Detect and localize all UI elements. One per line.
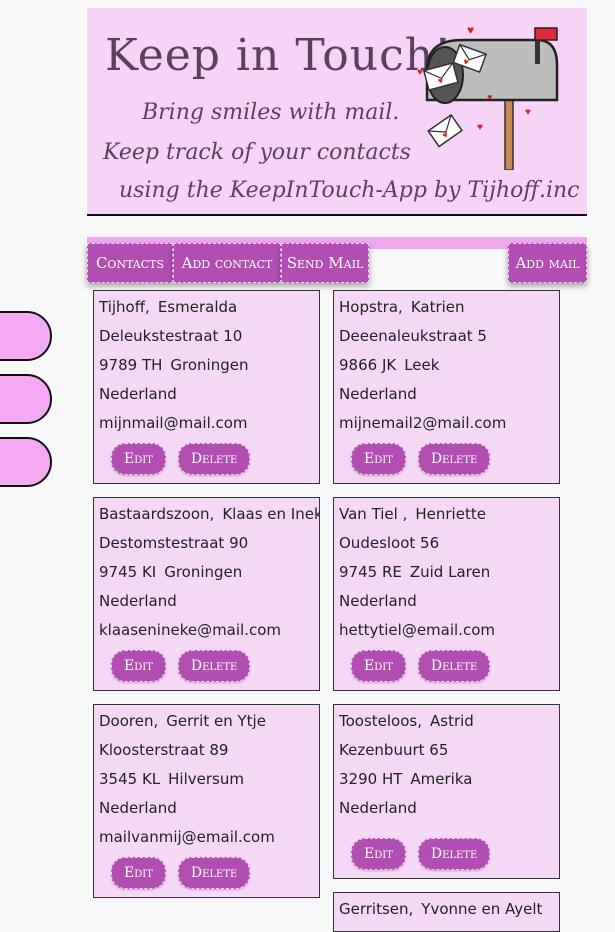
contact-street: Kloosterstraat 89	[99, 741, 229, 759]
edit-button[interactable]: Edit	[111, 650, 166, 682]
contact-city: Amerika	[410, 770, 473, 788]
contact-street: Destomstestraat 90	[99, 534, 249, 552]
contact-first-name: Katrien	[410, 298, 465, 316]
delete-button[interactable]: Delete	[177, 443, 251, 475]
nav-contacts-button[interactable]: Contacts	[87, 243, 173, 283]
contact-first-name: Esmeralda	[157, 298, 238, 316]
contact-email: mijnemail2@mail.com	[339, 414, 507, 432]
app-title: Keep in Touch!	[105, 30, 453, 81]
contact-first-name: Gerrit en Ytje	[166, 712, 266, 730]
contact-city: Hilversum	[168, 770, 244, 788]
contact-street: Deleukstestraat 10	[99, 327, 243, 345]
contact-email: mijnmail@mail.com	[99, 414, 248, 432]
contact-zip: 9789 TH	[99, 356, 163, 374]
tagline-2: Keep track of your contacts	[103, 140, 411, 165]
delete-button[interactable]: Delete	[417, 650, 491, 682]
contact-zip: 3290 HT	[339, 770, 403, 788]
contact-last-name: Toosteloos,	[339, 712, 422, 730]
tagline-3: using the KeepInTouch-App by Tijhoff.inc	[119, 178, 580, 203]
delete-button[interactable]: Delete	[177, 857, 251, 889]
contact-country: Nederland	[99, 592, 177, 610]
contact-country: Nederland	[339, 799, 417, 817]
svg-text:♥: ♥	[467, 23, 474, 37]
side-tab-1[interactable]	[0, 311, 52, 361]
contact-last-name: Tijhoff,	[99, 298, 150, 316]
contact-zip: 9745 RE	[339, 563, 402, 581]
edit-button[interactable]: Edit	[351, 443, 406, 475]
contact-country: Nederland	[339, 592, 417, 610]
tagline-1: Bring smiles with mail.	[142, 100, 400, 125]
contact-country: Nederland	[99, 385, 177, 403]
contact-last-name: Gerritsen,	[339, 900, 414, 918]
nav-add-contact-button[interactable]: Add contact	[173, 243, 281, 283]
delete-button[interactable]: Delete	[417, 443, 491, 475]
delete-button[interactable]: Delete	[177, 650, 251, 682]
contact-email: mailvanmij@email.com	[99, 828, 275, 846]
contact-city: Leek	[404, 356, 440, 374]
side-tab-2[interactable]	[0, 374, 52, 424]
contact-card: Van Tiel , Henriette Oudesloot 56 9745 RE…	[333, 497, 560, 691]
svg-text:♥: ♥	[525, 107, 531, 118]
contact-zip: 9745 KI	[99, 563, 157, 581]
delete-button[interactable]: Delete	[417, 838, 491, 870]
edit-button[interactable]: Edit	[351, 650, 406, 682]
contact-email: klaasenineke@mail.com	[99, 621, 282, 639]
contact-first-name: Yvonne en Ayelt	[421, 900, 543, 918]
contact-first-name: Henriette	[415, 505, 486, 523]
contact-card: Hopstra, Katrien Deeenaleukstraat 5 9866 …	[333, 290, 560, 484]
contact-street: Oudesloot 56	[339, 534, 440, 552]
contact-country: Nederland	[99, 799, 177, 817]
contact-country: Nederland	[339, 385, 417, 403]
contact-email: hettytiel@email.com	[339, 621, 495, 639]
contact-city: Zuid Laren	[409, 563, 491, 581]
nav-add-mail-button[interactable]: Add mail	[508, 243, 587, 283]
contact-last-name: Dooren,	[99, 712, 159, 730]
edit-button[interactable]: Edit	[351, 838, 406, 870]
mailbox-icon: ♥ ♥ ♥ ♥ ♥ ♥ ♥ ♥	[417, 23, 559, 170]
contact-street: Kezenbuurt 65	[339, 741, 449, 759]
contact-zip: 3545 KL	[99, 770, 161, 788]
svg-text:♥: ♥	[487, 92, 492, 102]
svg-text:♥: ♥	[477, 122, 483, 133]
contact-zip: 9866 JK	[339, 356, 397, 374]
contact-card: Tijhoff, Esmeralda Deleukstestraat 10 978…	[93, 290, 320, 484]
contact-city: Groningen	[170, 356, 249, 374]
contact-first-name: Klaas en Ineke	[222, 505, 319, 523]
contact-card: Bastaardszoon, Klaas en Ineke Destomstest…	[93, 497, 320, 691]
contact-last-name: Van Tiel ,	[339, 505, 408, 523]
contact-card: Gerritsen, Yvonne en Ayelt	[333, 892, 560, 932]
contact-last-name: Hopstra,	[339, 298, 403, 316]
contact-card: Dooren, Gerrit en Ytje Kloosterstraat 89 …	[93, 704, 320, 898]
contact-last-name: Bastaardszoon,	[99, 505, 215, 523]
contact-street: Deeenaleukstraat 5	[339, 327, 487, 345]
edit-button[interactable]: Edit	[111, 857, 166, 889]
contact-card: Toosteloos, Astrid Kezenbuurt 65 3290 HT A…	[333, 704, 560, 879]
nav-send-mail-button[interactable]: Send Mail	[281, 243, 369, 283]
edit-button[interactable]: Edit	[111, 443, 166, 475]
side-tab-3[interactable]	[0, 437, 52, 487]
contact-first-name: Astrid	[430, 712, 474, 730]
contact-city: Groningen	[164, 563, 243, 581]
svg-text:♥: ♥	[417, 67, 423, 78]
header-banner: Keep in Touch! Bring smiles with mail. K…	[87, 8, 587, 216]
